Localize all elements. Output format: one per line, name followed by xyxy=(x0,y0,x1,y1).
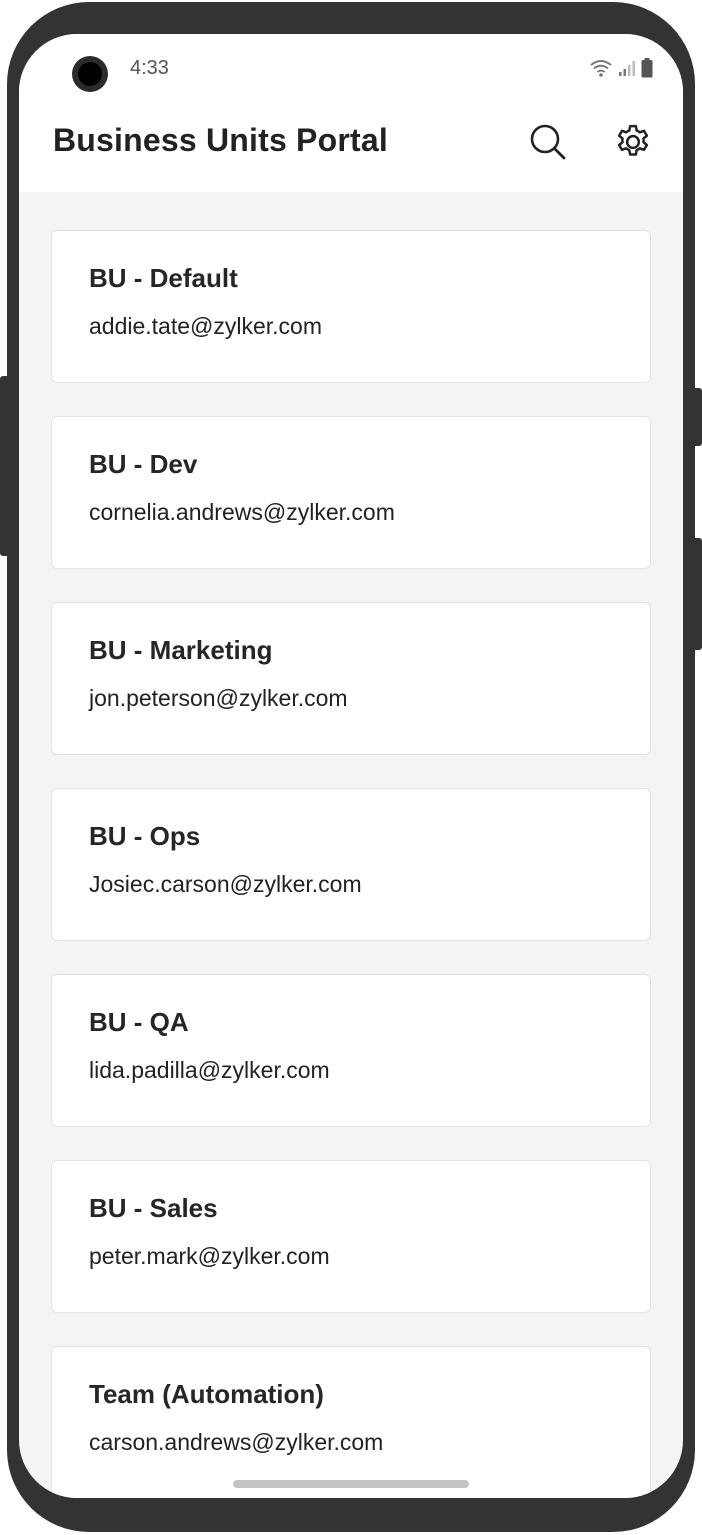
business-unit-name: Team (Automation) xyxy=(89,1379,324,1409)
business-unit-list: BU - Default addie.tate@zylker.com BU - … xyxy=(51,230,651,1498)
phone-screen: 4:33 Business Units Portal BU - Default … xyxy=(19,34,683,1498)
phone-frame: 4:33 Business Units Portal BU - Default … xyxy=(7,2,695,1532)
home-indicator[interactable] xyxy=(233,1480,469,1488)
business-unit-name: BU - QA xyxy=(89,1007,189,1037)
battery-icon xyxy=(641,58,653,78)
wifi-icon xyxy=(590,60,612,77)
list-item[interactable]: BU - Default addie.tate@zylker.com xyxy=(51,230,651,383)
business-unit-email: carson.andrews@zylker.com xyxy=(89,1429,384,1455)
business-unit-email: addie.tate@zylker.com xyxy=(89,313,323,339)
list-item[interactable]: BU - Ops Josiec.carson@zylker.com xyxy=(51,788,651,941)
list-item[interactable]: BU - Sales peter.mark@zylker.com xyxy=(51,1160,651,1313)
list-item[interactable]: BU - Marketing jon.peterson@zylker.com xyxy=(51,602,651,755)
status-icons xyxy=(589,58,653,78)
business-unit-name: BU - Sales xyxy=(89,1193,218,1223)
signal-icon xyxy=(619,61,635,76)
status-time: 4:33 xyxy=(130,57,169,79)
business-unit-email: cornelia.andrews@zylker.com xyxy=(89,499,395,525)
business-unit-email: peter.mark@zylker.com xyxy=(89,1243,330,1269)
business-unit-email: lida.padilla@zylker.com xyxy=(89,1057,330,1083)
status-bar: 4:33 xyxy=(19,34,683,108)
business-unit-email: Josiec.carson@zylker.com xyxy=(89,871,362,897)
search-icon xyxy=(530,124,566,160)
settings-button[interactable] xyxy=(609,118,657,166)
front-camera xyxy=(72,56,108,92)
business-unit-name: BU - Marketing xyxy=(89,635,273,665)
list-item[interactable]: BU - Dev cornelia.andrews@zylker.com xyxy=(51,416,651,569)
business-unit-name: BU - Dev xyxy=(89,449,198,479)
search-button[interactable] xyxy=(524,118,572,166)
app-header: Business Units Portal xyxy=(19,108,683,192)
page-title: Business Units Portal xyxy=(53,122,388,158)
business-unit-email: jon.peterson@zylker.com xyxy=(89,685,348,711)
list-item[interactable]: BU - QA lida.padilla@zylker.com xyxy=(51,974,651,1127)
business-unit-name: BU - Ops xyxy=(89,821,201,851)
gear-icon xyxy=(617,124,649,156)
business-unit-name: BU - Default xyxy=(89,263,238,293)
list-item[interactable]: Team (Automation) carson.andrews@zylker.… xyxy=(51,1346,651,1498)
